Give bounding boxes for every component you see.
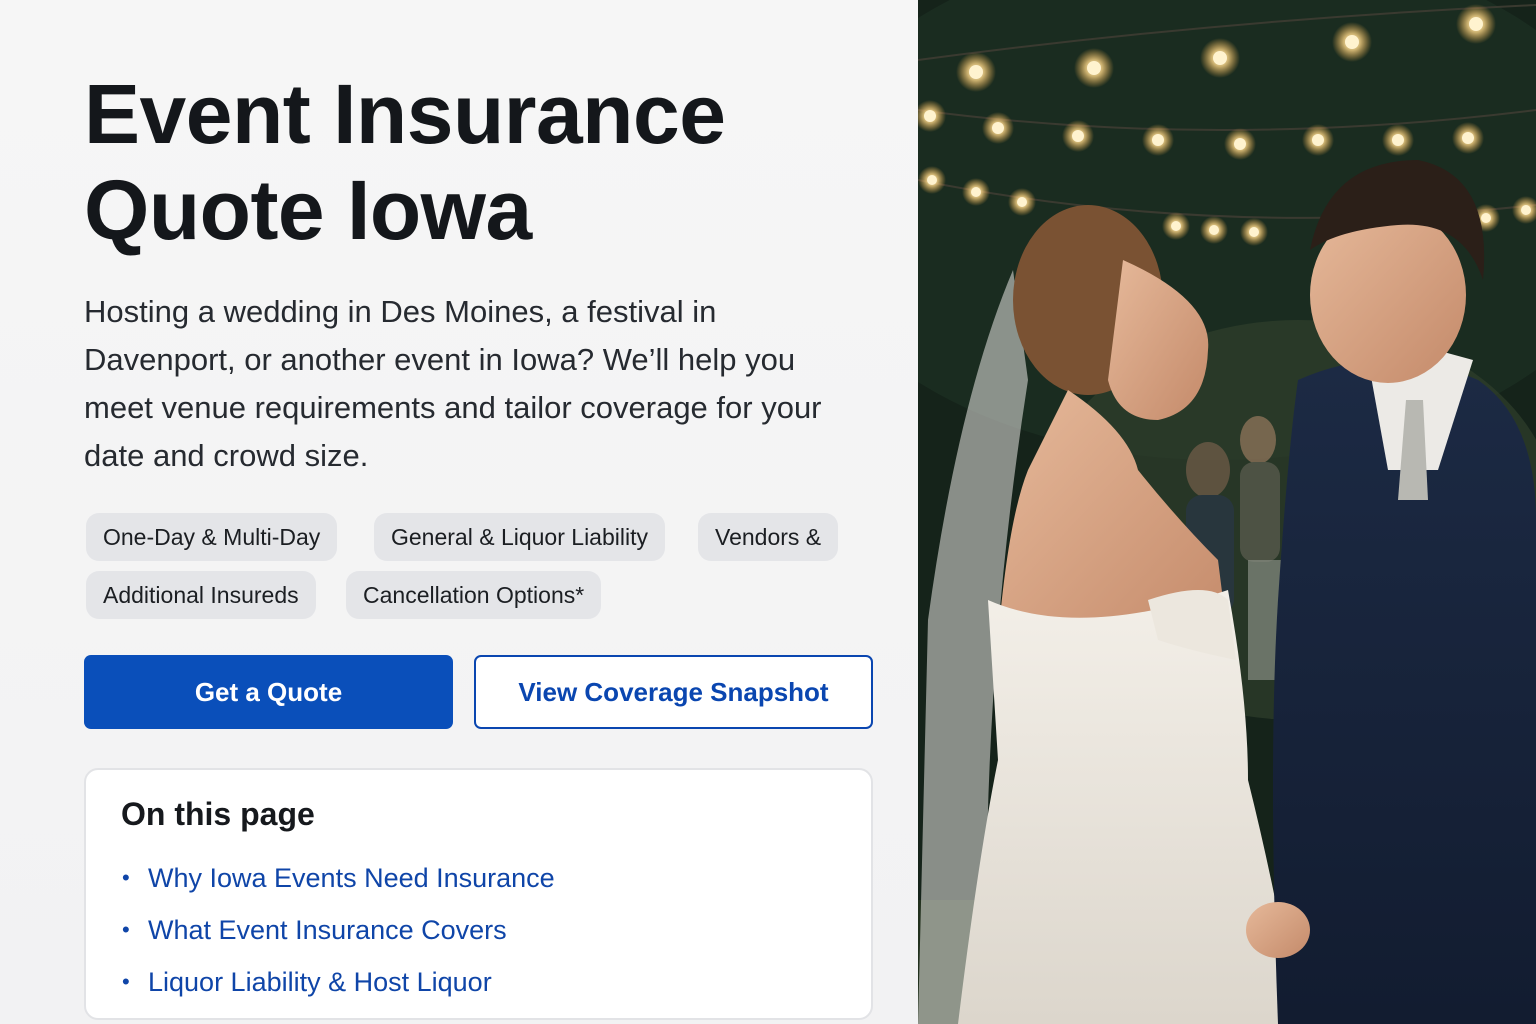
intro-text: Hosting a wedding in Des Moines, a festi… [84, 294, 822, 473]
chip-vendors: Vendors & [698, 513, 839, 561]
toc-link-label: Why Iowa Events Need Insurance [148, 863, 555, 893]
get-quote-button[interactable]: Get a Quote [84, 655, 453, 729]
toc-link-liquor-liability[interactable]: • Liquor Liability & Host Liquor [122, 956, 555, 1008]
view-coverage-snapshot-button[interactable]: View Coverage Snapshot [474, 655, 873, 729]
bullet-icon: • [122, 917, 130, 942]
toc-link-label: Liquor Liability & Host Liquor [148, 967, 492, 997]
toc-link-what-covers[interactable]: • What Event Insurance Covers [122, 904, 555, 956]
toc-list: • Why Iowa Events Need Insurance • What Ev… [122, 852, 555, 1008]
chip-cancellation-options: Cancellation Options* [346, 571, 602, 619]
photo-illustration [918, 0, 1536, 1024]
chip-additional-insureds: Additional Insureds [86, 571, 316, 619]
title-line-1: Event Insurance [84, 67, 726, 161]
toc-title: On this page [121, 796, 315, 832]
title-line-2: Quote Iowa [84, 163, 532, 257]
on-this-page-box: On this page • Why Iowa Events Need Insur… [84, 768, 873, 1020]
page-title: Event Insurance Quote Iowa [84, 66, 884, 258]
bullet-icon: • [122, 969, 130, 994]
content-panel: Event Insurance Quote Iowa Hosting a wed… [0, 0, 918, 1024]
chip-general-liquor-liability: General & Liquor Liability [374, 513, 665, 561]
toc-link-why-iowa-events[interactable]: • Why Iowa Events Need Insurance [122, 852, 555, 904]
wedding-couple-photo [918, 0, 1536, 1024]
bullet-icon: • [122, 865, 130, 890]
toc-link-label: What Event Insurance Covers [148, 915, 507, 945]
chip-one-day-multi-day: One-Day & Multi-Day [86, 513, 338, 561]
